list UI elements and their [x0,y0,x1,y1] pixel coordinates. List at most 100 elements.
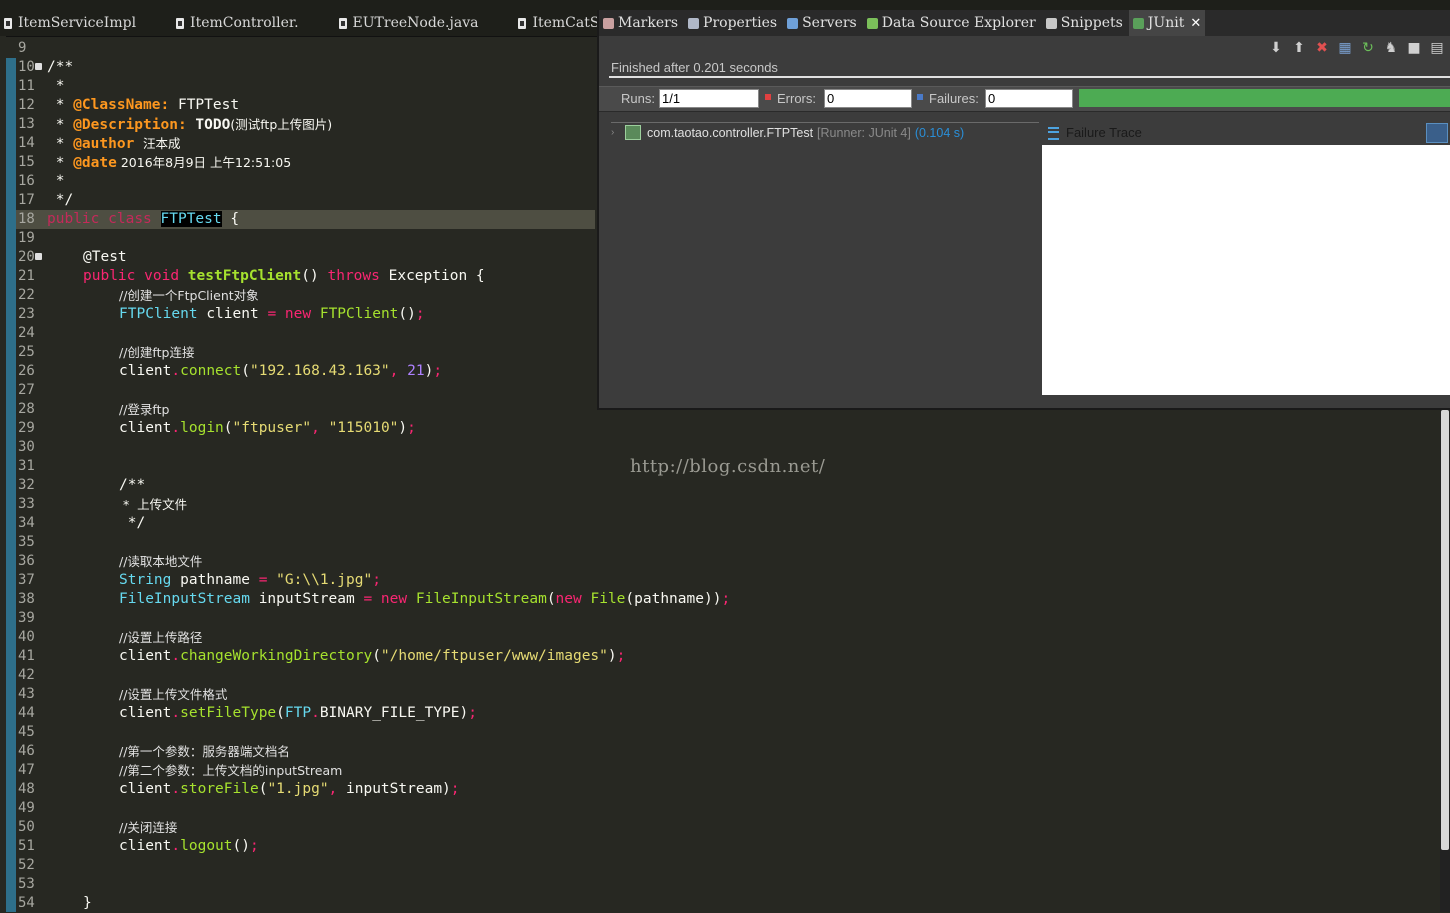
code-text: //第二个参数：上传文档的inputStream [119,763,343,778]
code-text: /** [119,477,146,493]
line-number: 13 [18,116,35,132]
stop-icon[interactable]: ■ [1405,40,1423,56]
code-text: FTPClient client = new FTPClient(); [119,306,425,322]
test-tree[interactable]: › com.taotao.controller.FTPTest [Runner:… [611,122,1039,409]
line-number: 40 [18,629,35,645]
compare-results-icon[interactable] [1426,123,1448,143]
code-text: client.setFileType(FTP.BINARY_FILE_TYPE)… [119,705,477,721]
line-number: 36 [18,553,35,569]
code-text: //第一个参数：服务器端文档名 [119,744,290,759]
failures-value: 0 [985,89,1073,108]
line-number: 43 [18,686,35,702]
data-source-icon [866,17,878,29]
next-failure-icon[interactable]: ⬇ [1267,40,1285,56]
junit-view-panel: Markers Properties Servers Data Source E… [597,10,1450,410]
java-file-icon [176,17,185,29]
code-text: //登录ftp [119,402,170,417]
line-number: 37 [18,572,35,588]
close-icon[interactable]: ✕ [1190,16,1201,31]
line-number: 11 [18,78,35,94]
code-line: 30 [16,438,1440,457]
editor-tab-eutreenode[interactable]: EUTreeNode.java [335,10,485,36]
test-suite-icon [625,125,641,140]
code-line: 53 [16,875,1440,894]
tab-properties[interactable]: Properties [684,10,781,36]
fold-toggle-icon[interactable] [35,63,42,70]
rerun-failures-first-icon[interactable]: ♞ [1382,40,1400,56]
code-line: 48 client.storeFile("1.jpg", inputStream)… [16,780,1440,799]
code-text: * @ClassName: FTPTest [47,97,240,113]
line-number: 9 [18,40,27,56]
line-number: 38 [18,591,35,607]
line-number: 21 [18,268,35,284]
test-suite-row[interactable]: › com.taotao.controller.FTPTest [Runner:… [611,125,964,140]
show-failures-only-icon[interactable]: ✖ [1313,40,1331,56]
failure-trace-header: Failure Trace [1042,122,1450,144]
line-number: 34 [18,515,35,531]
code-line: 54} [16,894,1440,913]
tab-markers[interactable]: Markers [599,10,682,36]
code-text: //读取本地文件 [119,554,203,569]
line-number: 47 [18,762,35,778]
code-text: client.logout(); [119,838,259,854]
line-number: 18 [18,211,35,227]
junit-icon [1132,17,1144,29]
line-number: 53 [18,876,35,892]
line-number: 35 [18,534,35,550]
line-number: 54 [18,895,35,911]
code-line: 45 [16,723,1440,742]
test-counters: Runs: 1/1 Errors: 0 Failures: 0 [599,86,1450,112]
line-number: 42 [18,667,35,683]
line-number: 31 [18,458,35,474]
tab-snippets[interactable]: Snippets [1042,10,1127,36]
fold-toggle-icon[interactable] [35,253,42,260]
editor-tab-itemcatservice[interactable]: ItemCatSe [514,10,598,36]
errors-value: 0 [824,89,912,108]
line-number: 52 [18,857,35,873]
line-number: 28 [18,401,35,417]
editor-tab-bar: ItemServiceImpl ItemController. EUTreeNo… [0,10,598,37]
runs-value: 1/1 [659,89,759,108]
code-line: 52 [16,856,1440,875]
code-line: 43 //设置上传文件格式 [16,685,1440,704]
code-line: 29 client.login("ftpuser", "115010"); [16,419,1440,438]
code-line: 51 client.logout(); [16,837,1440,856]
code-text: //创建一个FtpClient对象 [119,288,259,303]
code-line: 37 String pathname = "G:\\1.jpg"; [16,571,1440,590]
code-text: */ [119,515,146,531]
line-number: 26 [18,363,35,379]
quick-diff-ruler [6,58,16,912]
editor-tab-itemserviceimpl[interactable]: ItemServiceImpl [0,10,142,36]
chevron-right-icon[interactable]: › [611,127,625,138]
rerun-test-icon[interactable]: ↻ [1359,40,1377,56]
code-text: client.login("ftpuser", "115010"); [119,420,416,436]
tab-junit[interactable]: JUnit ✕ [1128,10,1206,36]
code-line: 38 FileInputStream inputStream = new File… [16,590,1440,609]
scroll-lock-icon[interactable]: ▦ [1336,40,1354,56]
editor-tab-itemcontroller[interactable]: ItemController. [172,10,304,36]
scrollbar-thumb[interactable] [1441,410,1449,850]
line-number: 14 [18,135,35,151]
code-text: client.changeWorkingDirectory("/home/ftp… [119,648,626,664]
code-text: /** [47,59,74,75]
line-number: 39 [18,610,35,626]
line-number: 48 [18,781,35,797]
line-number: 29 [18,420,35,436]
test-run-history-icon[interactable]: ▤ [1428,40,1446,56]
code-text: @Test [83,249,127,265]
line-number: 41 [18,648,35,664]
code-line: 33 * 上传文件 [16,495,1440,514]
tab-servers[interactable]: Servers [783,10,861,36]
current-line-highlight: 18 public class FTPTest { [16,210,595,229]
markers-icon [603,17,614,29]
previous-failure-icon[interactable]: ⬆ [1290,40,1308,56]
editor-scrollbar[interactable] [1440,410,1450,912]
tab-data-source-explorer[interactable]: Data Source Explorer [863,10,1040,36]
code-line: 34 */ [16,514,1440,533]
code-line: 35 [16,533,1440,552]
line-number: 23 [18,306,35,322]
code-text: String pathname = "G:\\1.jpg"; [119,572,381,588]
line-number: 51 [18,838,35,854]
code-text: public class FTPTest { [47,211,240,227]
line-number: 50 [18,819,35,835]
